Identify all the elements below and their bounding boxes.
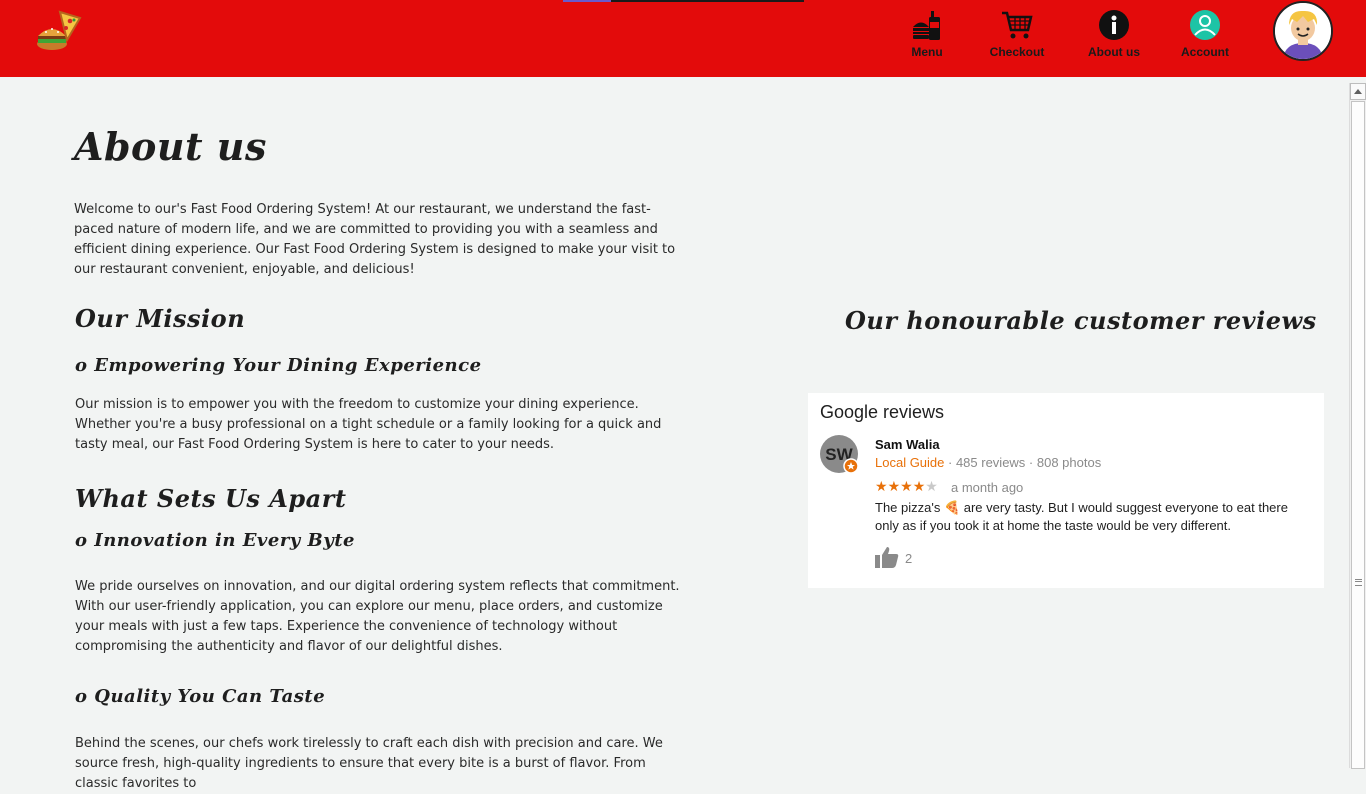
nav-about[interactable]: About us [1074,8,1154,66]
innovation-paragraph: We pride ourselves on innovation, and ou… [75,579,680,654]
reviewer-name[interactable]: Sam Walia [875,437,940,452]
like-count: 2 [905,551,913,566]
nav-account[interactable]: Account [1165,8,1245,66]
pizza-burger-logo-icon[interactable] [34,8,84,56]
star-rating: ★★★★★ [875,478,938,495]
google-review-card: Google reviews SW Sam Walia Local Guide … [808,393,1324,588]
local-guide-label: Local Guide [875,455,945,470]
star-empty-icon: ★ [925,478,938,494]
burger-drink-icon [913,11,940,40]
thumbs-up-icon[interactable] [875,546,899,568]
top-divider [563,0,804,2]
mission-subheading: o Empowering Your Dining Experience [75,355,482,376]
star-filled-icon: ★ [887,478,901,494]
nav-menu-label: Menu [911,45,943,59]
mission-paragraph: Our mission is to empower you with the f… [75,397,662,452]
info-icon [1099,10,1129,40]
review-card-header: Google reviews [820,402,945,422]
star-filled-icon: ★ [875,478,888,494]
quality-paragraph: Behind the scenes, our chefs work tirele… [75,736,663,791]
review-date: a month ago [951,480,1024,495]
reviewer-stats: · 485 reviews · 808 photos [944,455,1102,470]
review-text: The pizza's 🍕 are very tasty. But I woul… [875,500,1288,533]
reviews-title: Our honourable customer reviews [845,306,1317,335]
apart-subheading-innovation: o Innovation in Every Byte [75,530,355,551]
apart-subheading-quality: o Quality You Can Taste [75,686,326,707]
nav-checkout-label: Checkout [989,45,1045,59]
star-filled-icon: ★ [900,478,913,494]
nav-about-label: About us [1088,45,1140,59]
star-filled-icon: ★ [912,478,926,494]
user-avatar[interactable] [1273,1,1333,61]
account-icon [1190,10,1220,40]
navbar: Menu Checkout About us Account [0,0,1366,77]
scroll-up-arrow-icon[interactable] [1350,83,1366,100]
intro-paragraph: Welcome to our's Fast Food Ordering Syst… [74,202,676,277]
reviewer-meta: Local Guide · 485 reviews · 808 photos [875,455,1101,470]
mission-heading: Our Mission [75,304,246,333]
nav-account-label: Account [1181,45,1229,59]
vertical-scrollbar[interactable] [1349,83,1366,769]
nav-checkout[interactable]: Checkout [977,8,1057,66]
apart-heading: What Sets Us Apart [75,484,347,513]
scroll-thumb[interactable] [1351,101,1365,769]
cart-icon [1002,11,1033,39]
reviewer-avatar[interactable]: SW [820,435,860,475]
nav-menu[interactable]: Menu [887,8,967,66]
user-avatar-icon [1275,3,1331,59]
page-title: About us [74,124,267,169]
